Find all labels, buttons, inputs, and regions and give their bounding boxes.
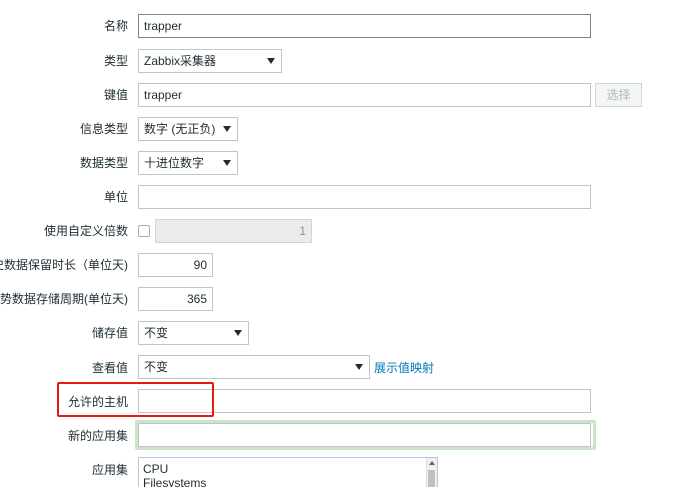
store-value-label: 储存值 — [91, 326, 128, 340]
chevron-down-icon — [234, 330, 242, 336]
scroll-up-icon[interactable] — [429, 461, 435, 465]
chevron-down-icon — [267, 58, 275, 64]
scroll-thumb[interactable] — [428, 470, 435, 487]
data-type-label: 数据类型 — [79, 156, 128, 170]
name-input[interactable]: trapper — [138, 14, 591, 38]
multiplier-input[interactable]: 1 — [155, 219, 312, 243]
new-application-label: 新的应用集 — [67, 429, 128, 443]
store-value-select-value: 不变 — [144, 326, 169, 340]
item-form: 名称 trapper 类型 Zabbix采集器 键值 trapper 选择 信息… — [0, 0, 679, 487]
list-item[interactable]: CPU — [139, 462, 437, 476]
applications-listbox[interactable]: CPU Filesystems — [138, 457, 438, 487]
list-item[interactable]: Filesystems — [139, 476, 437, 487]
trends-label: 势数据存储周期(单位天) — [0, 292, 128, 306]
multiplier-label: 使用自定义倍数 — [43, 224, 128, 238]
chevron-down-icon — [223, 160, 231, 166]
type-label: 类型 — [103, 54, 128, 68]
select-key-button[interactable]: 选择 — [595, 83, 642, 107]
highlight-box — [57, 382, 214, 417]
new-application-input[interactable] — [138, 423, 591, 447]
info-type-select-value: 数字 (无正负) — [144, 122, 216, 136]
units-label: 单位 — [103, 190, 128, 204]
info-type-select[interactable]: 数字 (无正负) — [138, 117, 238, 141]
multiplier-checkbox[interactable] — [138, 225, 150, 237]
show-value-label: 查看值 — [91, 361, 128, 375]
data-type-select[interactable]: 十进位数字 — [138, 151, 238, 175]
type-select-value: Zabbix采集器 — [144, 54, 217, 68]
history-input[interactable]: 90 — [138, 253, 213, 277]
type-select[interactable]: Zabbix采集器 — [138, 49, 282, 73]
data-type-select-value: 十进位数字 — [144, 156, 205, 170]
applications-label: 应用集 — [91, 463, 128, 477]
show-value-select[interactable]: 不变 — [138, 355, 370, 379]
store-value-select[interactable]: 不变 — [138, 321, 249, 345]
history-label: 史数据保留时长（单位天) — [0, 258, 128, 272]
chevron-down-icon — [355, 364, 363, 370]
scrollbar[interactable] — [426, 458, 437, 487]
units-input[interactable] — [138, 185, 591, 209]
trends-input[interactable]: 365 — [138, 287, 213, 311]
show-value-select-value: 不变 — [144, 360, 169, 374]
key-label: 键值 — [103, 88, 128, 102]
key-input[interactable]: trapper — [138, 83, 591, 107]
chevron-down-icon — [223, 126, 231, 132]
show-value-mapping-link[interactable]: 展示值映射 — [374, 361, 434, 375]
info-type-label: 信息类型 — [79, 122, 128, 136]
name-label: 名称 — [103, 19, 128, 33]
